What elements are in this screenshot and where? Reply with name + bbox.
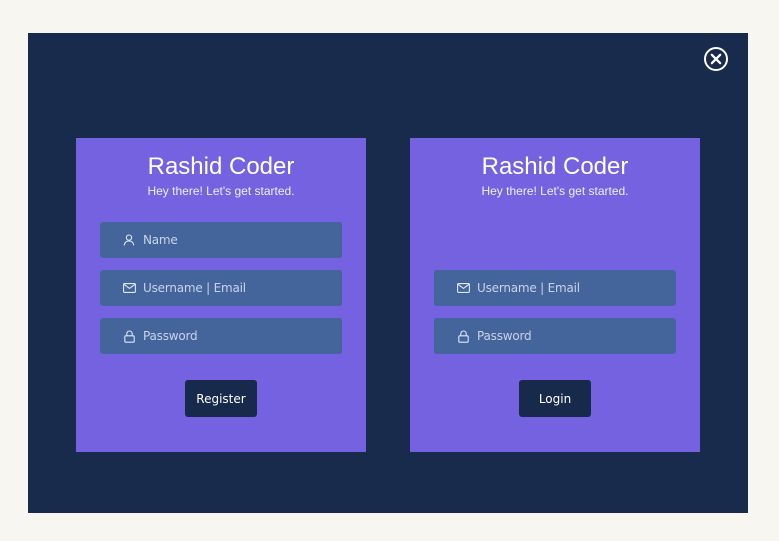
register-password-field[interactable]: Password [100,318,342,354]
register-password-placeholder: Password [143,329,198,343]
login-password-field[interactable]: Password [434,318,676,354]
login-password-placeholder: Password [477,329,532,343]
login-email-field[interactable]: Username | Email [434,270,676,306]
register-subtitle: Hey there! Let's get started. [147,184,295,198]
register-name-field[interactable]: Name [100,222,342,258]
register-card: Rashid Coder Hey there! Let's get starte… [76,138,366,452]
close-button[interactable] [703,46,729,72]
register-title: Rashid Coder [147,153,295,180]
lock-icon [456,329,470,343]
register-name-placeholder: Name [143,233,178,247]
login-subtitle: Hey there! Let's get started. [481,184,629,198]
login-button[interactable]: Login [519,380,591,417]
register-email-field[interactable]: Username | Email [100,270,342,306]
close-circle-icon [704,47,728,71]
register-email-placeholder: Username | Email [143,281,246,295]
user-icon [122,233,136,247]
envelope-icon [456,281,470,295]
login-title: Rashid Coder [481,153,629,180]
lock-icon [122,329,136,343]
auth-modal: Rashid Coder Hey there! Let's get starte… [28,33,748,513]
envelope-icon [122,281,136,295]
login-email-placeholder: Username | Email [477,281,580,295]
login-card: Rashid Coder Hey there! Let's get starte… [410,138,700,452]
register-button[interactable]: Register [185,380,257,417]
